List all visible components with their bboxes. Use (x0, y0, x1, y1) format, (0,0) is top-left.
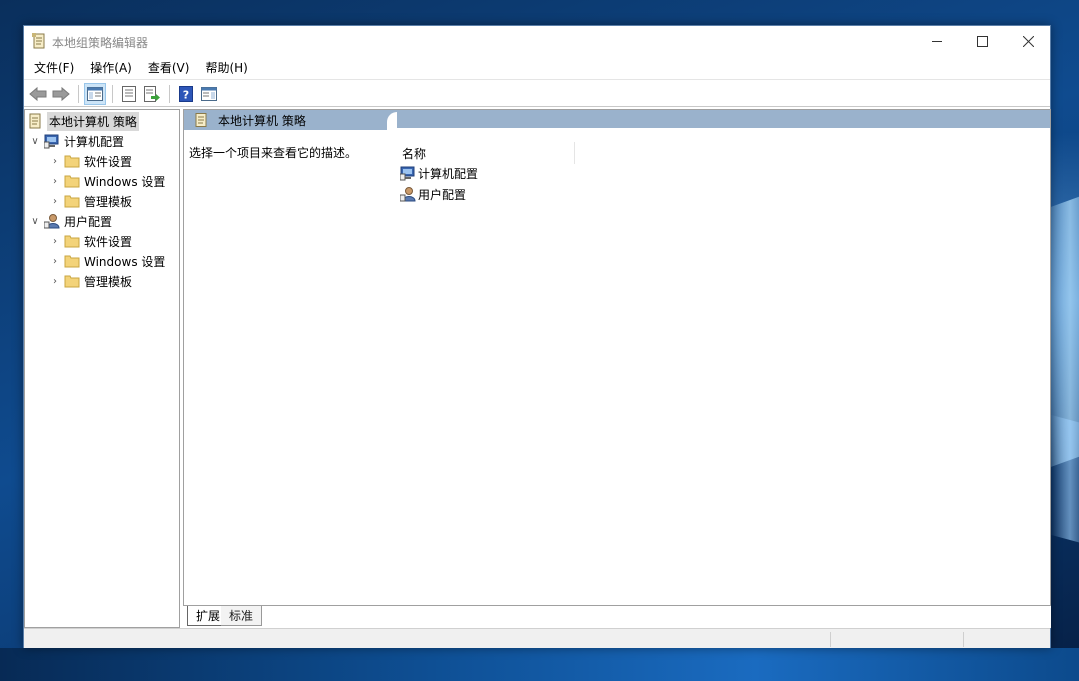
title-bar[interactable]: 本地组策略编辑器 (24, 26, 1050, 56)
close-icon (1022, 35, 1034, 47)
gpedit-window: 本地组策略编辑器 文件(F) 操作(A) 查看(V) 帮助(H) ? 本地计算机… (23, 25, 1051, 648)
tree-label: Windows 设置 (84, 174, 166, 189)
maximize-icon (976, 35, 988, 47)
tree-label: 本地计算机 策略 (47, 111, 139, 131)
menu-help[interactable]: 帮助(H) (199, 59, 253, 76)
status-bar (24, 628, 1050, 648)
help-button[interactable]: ? (175, 83, 197, 105)
chevron-right-icon[interactable]: › (49, 236, 61, 247)
window-title: 本地组策略编辑器 (52, 36, 149, 50)
list-item-label: 用户配置 (418, 187, 467, 202)
desktop-light-beam-lower (1050, 414, 1079, 546)
folder-icon (64, 275, 80, 288)
tree-label: 管理模板 (84, 194, 133, 209)
chevron-right-icon[interactable]: › (49, 276, 61, 287)
export-list-icon (144, 85, 160, 102)
folder-icon (64, 195, 80, 208)
list-item-user-config[interactable]: 用户配置 (400, 184, 466, 204)
tree-item-user-windows[interactable]: › Windows 设置 (49, 251, 165, 271)
help-icon: ? (179, 85, 193, 102)
tree-item-computer-windows[interactable]: › Windows 设置 (49, 171, 165, 191)
properties-button[interactable] (118, 83, 140, 105)
computer-icon (44, 134, 59, 149)
view-tabs: 扩展 标准 (183, 605, 1051, 628)
show-hide-tree-button[interactable] (84, 82, 106, 105)
tree-pane: 本地计算机 策略 ∨ 计算机配置 › 软件设置 › Windows 设置 › 管… (24, 109, 180, 628)
tree-label: 计算机配置 (64, 134, 125, 149)
content-header-band (387, 110, 1050, 128)
policy-app-icon (32, 33, 45, 49)
status-divider (830, 632, 831, 647)
folder-icon (64, 155, 80, 168)
menu-file[interactable]: 文件(F) (28, 59, 80, 76)
svg-text:?: ? (183, 88, 189, 101)
content-header-title: 本地计算机 策略 (218, 113, 306, 128)
tree-item-user-admin-templates[interactable]: › 管理模板 (49, 271, 132, 291)
toolbar-separator (78, 84, 79, 103)
tab-label: 标准 (229, 609, 254, 623)
folder-icon (64, 255, 80, 268)
policy-document-icon (29, 113, 41, 129)
content-header-curve (387, 112, 397, 128)
column-header-name[interactable]: 名称 (402, 142, 575, 164)
tree-item-local-policy[interactable]: 本地计算机 策略 (27, 111, 139, 131)
minimize-icon (931, 40, 942, 42)
chevron-right-icon[interactable]: › (49, 176, 61, 187)
properties-icon (122, 85, 136, 102)
tree-item-user-config[interactable]: ∨ 用户配置 (29, 211, 112, 231)
tree-item-user-software[interactable]: › 软件设置 (49, 231, 132, 251)
tree-item-computer-software[interactable]: › 软件设置 (49, 151, 132, 171)
tab-label: 扩展 (196, 609, 221, 623)
chevron-right-icon[interactable]: › (49, 196, 61, 207)
list-item-computer-config[interactable]: 计算机配置 (400, 163, 478, 183)
toolbar-separator (169, 84, 170, 103)
tree-label: 管理模板 (84, 274, 133, 289)
content-pane: 本地计算机 策略 选择一个项目来查看它的描述。 名称 计算机配置 用户配置 (183, 109, 1051, 628)
maximize-button[interactable] (959, 26, 1005, 56)
menu-bar: 文件(F) 操作(A) 查看(V) 帮助(H) (24, 56, 1050, 80)
user-icon (400, 187, 416, 202)
show-action-pane-icon (201, 86, 217, 101)
folder-icon (64, 175, 80, 188)
export-list-button[interactable] (141, 83, 163, 105)
desktop-bottom (0, 648, 1079, 681)
tree-item-computer-config[interactable]: ∨ 计算机配置 (29, 131, 124, 151)
tree-label: 软件设置 (84, 154, 133, 169)
tab-standard[interactable]: 标准 (221, 606, 263, 626)
chevron-down-icon[interactable]: ∨ (29, 216, 41, 227)
tree-label: Windows 设置 (84, 254, 166, 269)
chevron-down-icon[interactable]: ∨ (29, 136, 41, 147)
column-header-label: 名称 (402, 146, 427, 161)
minimize-button[interactable] (914, 26, 960, 56)
show-action-pane-button[interactable] (198, 83, 220, 105)
list-item-label: 计算机配置 (418, 166, 479, 181)
tree-label: 用户配置 (64, 214, 113, 229)
show-hide-tree-icon (87, 86, 103, 101)
tree-label: 软件设置 (84, 234, 133, 249)
tree-item-computer-admin-templates[interactable]: › 管理模板 (49, 191, 132, 211)
back-button[interactable] (27, 83, 49, 105)
status-divider (963, 632, 964, 647)
content-header: 本地计算机 策略 (184, 110, 387, 130)
toolbar-separator (112, 84, 113, 103)
forward-arrow-icon (52, 86, 70, 101)
policy-document-icon (195, 113, 207, 127)
chevron-right-icon[interactable]: › (49, 256, 61, 267)
description-text: 选择一个项目来查看它的描述。 (189, 146, 358, 160)
computer-icon (400, 166, 415, 181)
user-icon (44, 214, 60, 229)
close-button[interactable] (1005, 26, 1051, 56)
menu-action[interactable]: 操作(A) (84, 59, 138, 76)
toolbar: ? (24, 81, 1050, 107)
back-arrow-icon (29, 86, 47, 101)
folder-icon (64, 235, 80, 248)
chevron-right-icon[interactable]: › (49, 156, 61, 167)
menu-view[interactable]: 查看(V) (142, 59, 196, 76)
forward-button[interactable] (50, 83, 72, 105)
